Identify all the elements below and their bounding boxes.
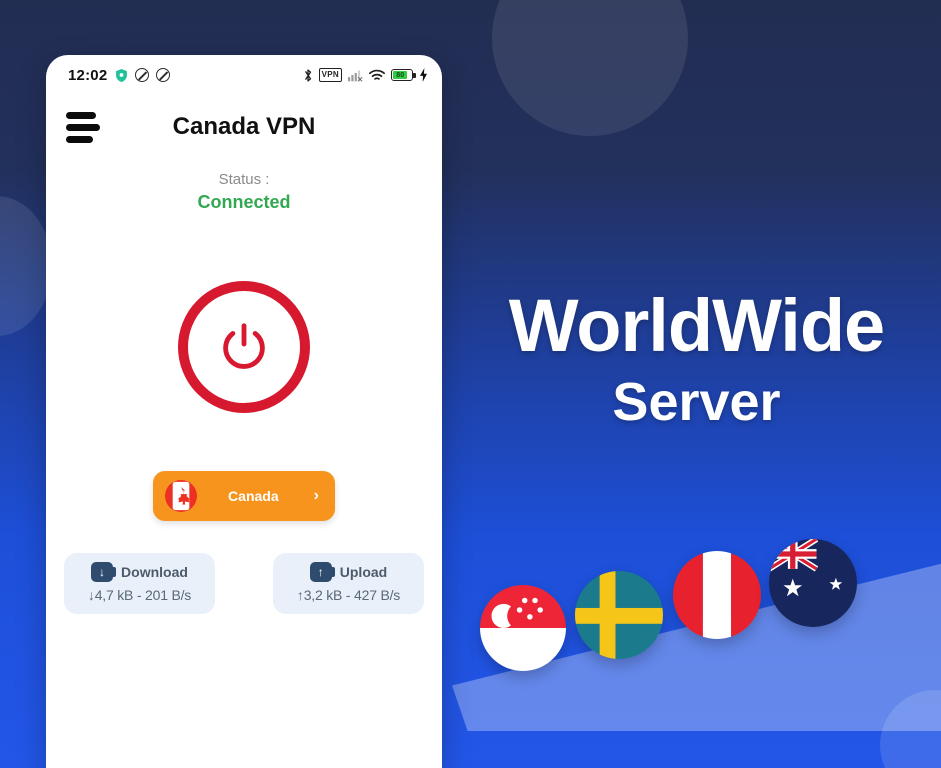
upload-stat-header: ↑ Upload	[287, 562, 410, 582]
wifi-icon	[369, 69, 385, 82]
download-stat-title: Download	[121, 564, 188, 580]
upload-stat-title: Upload	[339, 564, 388, 580]
status-value: Connected	[197, 192, 291, 212]
phone-mockup: 12:02 VPN 80 Canada VPN Status: Connect…	[46, 55, 442, 768]
traffic-stats: ↓ Download ↓4,7 kB - 201 B/s ↑ Upload ↑3…	[46, 553, 442, 614]
decorative-circle-top	[492, 0, 688, 136]
download-arrow-icon: ↓	[91, 562, 117, 582]
upload-stat-card: ↑ Upload ↑3,2 kB - 427 B/s	[273, 553, 424, 614]
upload-stat-value: ↑3,2 kB - 427 B/s	[296, 587, 401, 603]
decorative-circle-left	[0, 196, 52, 336]
bluetooth-icon	[303, 68, 313, 83]
signal-icon	[348, 69, 363, 82]
country-selector-button[interactable]: Canada ›	[153, 471, 335, 521]
download-stat-value: ↓4,7 kB - 201 B/s	[87, 587, 192, 603]
download-stat-card: ↓ Download ↓4,7 kB - 201 B/s	[64, 553, 215, 614]
flag-sweden-icon	[575, 571, 663, 659]
flag-singapore-icon	[480, 585, 566, 671]
power-toggle-button[interactable]	[178, 281, 310, 413]
status-label: Status :	[218, 171, 270, 188]
power-button-area	[46, 281, 442, 413]
promo-headline-line1: WorldWide	[508, 284, 885, 367]
do-not-disturb-icon	[135, 68, 150, 82]
promo-screenshot: WorldWide Server 12:02 VPN 80 Canada VPN…	[0, 0, 941, 768]
app-bar: Canada VPN	[46, 95, 442, 159]
connection-status: Status : Connected	[46, 171, 442, 213]
hamburger-menu-icon[interactable]	[66, 111, 100, 143]
promo-headline-line2: Server	[612, 372, 781, 433]
power-icon	[223, 323, 265, 369]
upload-arrow-icon: ↑	[309, 562, 335, 582]
battery-level-label: 80	[393, 71, 408, 79]
vpn-icon: VPN	[318, 68, 342, 82]
charging-icon	[419, 68, 428, 82]
page-title: Canada VPN	[172, 113, 316, 140]
country-selector-area: Canada ›	[46, 471, 442, 521]
flag-australia-icon	[769, 539, 857, 627]
chevron-right-icon: ›	[313, 487, 319, 504]
status-bar-left-icons	[115, 68, 171, 83]
status-bar-right-icons: VPN 80	[303, 68, 428, 83]
status-bar: 12:02 VPN 80	[46, 55, 442, 95]
promo-headline: WorldWide Server	[452, 288, 941, 433]
shield-icon	[115, 68, 128, 83]
flag-peru-icon	[673, 551, 761, 639]
download-stat-header: ↓ Download	[78, 562, 201, 582]
country-selector-label: Canada	[228, 488, 279, 504]
mute-icon	[156, 68, 171, 82]
status-bar-clock: 12:02	[68, 66, 108, 84]
battery-icon: 80	[391, 69, 416, 81]
